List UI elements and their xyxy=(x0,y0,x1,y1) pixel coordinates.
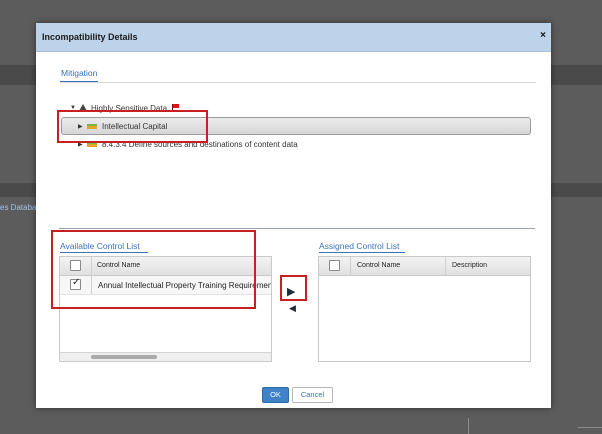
scrollbar-thumb[interactable] xyxy=(91,355,157,359)
horizontal-scrollbar[interactable] xyxy=(60,352,271,361)
select-all-checkbox[interactable] xyxy=(329,260,340,271)
assigned-control-list-title: Assigned Control List xyxy=(319,241,400,251)
dialog-header: Incompatibility Details × xyxy=(36,23,551,52)
column-separator xyxy=(445,257,446,275)
assigned-control-grid: Control Name Description xyxy=(318,256,531,362)
column-header-control-name: Control Name xyxy=(357,262,401,269)
grid-header: Control Name Description xyxy=(319,257,530,276)
background-divider xyxy=(468,418,469,434)
section-divider xyxy=(59,228,535,229)
column-separator xyxy=(350,257,351,275)
annotation-highlight-tree-node xyxy=(57,110,208,143)
tab-mitigation[interactable]: Mitigation xyxy=(60,68,99,82)
dialog-title: Incompatibility Details xyxy=(42,32,138,42)
background-divider xyxy=(578,427,602,428)
tab-bar: Mitigation xyxy=(60,68,536,83)
column-header-description: Description xyxy=(452,262,488,269)
title-underline xyxy=(319,252,405,253)
annotation-highlight-available-list xyxy=(51,230,256,309)
ok-button[interactable]: OK xyxy=(262,387,289,403)
close-icon[interactable]: × xyxy=(540,30,546,41)
move-left-button[interactable]: ◀ xyxy=(289,303,299,313)
annotation-highlight-move-button xyxy=(280,275,307,301)
background-partial-text: es Databa xyxy=(0,203,37,212)
cancel-button[interactable]: Cancel xyxy=(292,387,333,403)
